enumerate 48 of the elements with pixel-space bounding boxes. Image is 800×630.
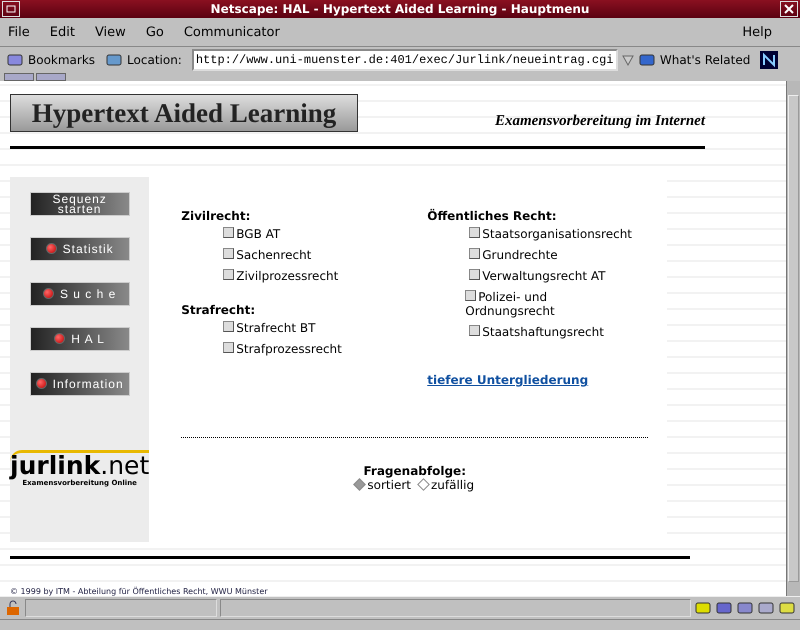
window-menu-icon[interactable] xyxy=(2,1,20,17)
scrollbar[interactable] xyxy=(786,81,800,596)
checkbox-option[interactable]: Staatsorganisationsrecht xyxy=(469,226,674,241)
banner-subtitle: Examensvorbereitung im Internet xyxy=(494,113,705,131)
group-heading: Zivilrecht: xyxy=(181,208,252,223)
nav-button[interactable]: S u c h e xyxy=(30,282,130,306)
menu-item[interactable]: Edit xyxy=(50,24,75,40)
menu-item[interactable]: File xyxy=(8,24,30,40)
checkbox-option[interactable]: Verwaltungsrecht AT xyxy=(469,268,674,283)
checkbox-option[interactable]: Sachenrecht xyxy=(223,248,428,262)
group-heading: Öffentliches Recht: xyxy=(427,208,558,223)
close-icon[interactable] xyxy=(780,1,798,17)
checkbox-option[interactable]: Staatshaftungsrecht xyxy=(469,324,674,339)
led-icon xyxy=(42,288,54,300)
radio-option[interactable]: sortiert xyxy=(355,478,411,492)
menu-item[interactable]: Go xyxy=(146,24,164,40)
bookmarks-button[interactable]: Bookmarks xyxy=(28,53,96,67)
netscape-logo-icon[interactable] xyxy=(760,51,778,69)
menu-item[interactable]: Help xyxy=(742,24,772,40)
window-title: Netscape: HAL - Hypertext Aided Learning - Hauptmenu xyxy=(210,2,590,16)
nav-button[interactable]: Information xyxy=(30,372,130,396)
radio-option[interactable]: zufällig xyxy=(418,478,474,492)
checkbox-option[interactable]: Strafrecht BT xyxy=(223,320,428,335)
checkbox-option[interactable]: Zivilprozessrecht xyxy=(223,268,428,283)
group-heading: Strafrecht: xyxy=(181,302,256,317)
toolbar-grip[interactable] xyxy=(4,73,34,81)
led-icon xyxy=(54,333,66,344)
checkbox-option[interactable]: Polizei- und Ordnungsrecht xyxy=(465,290,586,318)
subdivision-link[interactable]: tiefere Untergliederung xyxy=(427,372,674,387)
banner-title: Hypertext Aided Learning xyxy=(10,94,358,132)
dropdown-icon[interactable] xyxy=(622,53,634,67)
checkbox-option[interactable]: Strafprozessrecht xyxy=(223,342,428,356)
led-icon xyxy=(36,378,47,390)
menu-item[interactable]: View xyxy=(94,24,126,40)
url-field[interactable]: http://www.uni-muenster.de:401/exec/Jurlink/neueintrag.cgi xyxy=(192,49,618,71)
whats-related-button[interactable]: What's Related xyxy=(660,53,750,67)
toolbar-grip[interactable] xyxy=(36,73,66,81)
location-label: Location: xyxy=(127,53,182,67)
checkbox-option[interactable]: BGB AT xyxy=(223,226,428,241)
nav-button[interactable]: Sequenz starten xyxy=(30,192,130,216)
order-heading: Fragenabfolge: xyxy=(363,464,466,478)
nav-button[interactable]: H A L xyxy=(30,326,130,351)
copyright-text: © 1999 by ITM - Abteilung für Öffentliches Recht, WWU Münster xyxy=(10,587,269,596)
checkbox-option[interactable]: Grundrechte xyxy=(469,248,674,262)
nav-button[interactable]: Statistik xyxy=(30,236,130,261)
led-icon xyxy=(46,243,57,254)
padlock-icon xyxy=(4,600,22,616)
menu-item[interactable]: Communicator xyxy=(184,24,280,40)
